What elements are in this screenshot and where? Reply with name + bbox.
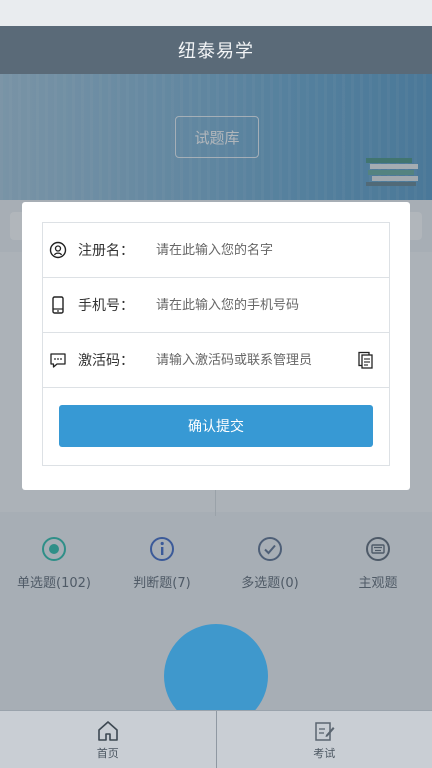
check-circle-icon xyxy=(258,537,282,561)
field-row-activation: 激活码： xyxy=(43,333,389,388)
submit-button[interactable]: 确认提交 xyxy=(59,405,373,447)
category-multiple-choice[interactable]: 多选题(0) xyxy=(216,536,324,606)
field-label: 注册名： xyxy=(78,243,134,259)
category-label: 主观题 xyxy=(358,576,398,591)
home-icon xyxy=(97,720,118,741)
tab-label: 考试 xyxy=(313,746,336,760)
category-subjective[interactable]: 主观题 xyxy=(324,536,432,606)
tab-exam[interactable]: 考试 xyxy=(215,711,432,768)
phone-input[interactable] xyxy=(156,297,346,313)
edit-icon xyxy=(315,721,335,741)
activation-code-input[interactable] xyxy=(156,352,346,368)
radio-icon xyxy=(42,537,66,561)
category-label: 多选题(0) xyxy=(241,576,299,591)
phone-icon xyxy=(52,296,64,314)
name-input[interactable] xyxy=(156,242,346,258)
registration-dialog: 注册名： 手机号： 激活码： xyxy=(22,202,410,490)
field-row-phone: 手机号： xyxy=(43,278,389,333)
category-label: 单选题(102) xyxy=(17,576,91,591)
app-title-bar: 纽泰易学 xyxy=(0,26,432,74)
paste-icon[interactable] xyxy=(356,351,374,369)
category-label: 判断题(7) xyxy=(133,576,191,591)
field-label: 激活码： xyxy=(78,353,134,369)
info-icon xyxy=(150,537,174,561)
keyboard-icon xyxy=(366,537,390,561)
user-icon xyxy=(49,241,67,259)
message-icon xyxy=(50,353,66,368)
question-categories: 单选题(102) 判断题(7) 多选题(0) 主观题 xyxy=(0,536,432,606)
status-bar xyxy=(0,0,432,26)
tab-label: 首页 xyxy=(96,746,119,760)
tab-home[interactable]: 首页 xyxy=(0,711,216,768)
category-single-choice[interactable]: 单选题(102) xyxy=(0,536,108,606)
field-label: 手机号： xyxy=(78,298,134,314)
app-title: 纽泰易学 xyxy=(178,41,254,62)
field-row-name: 注册名： xyxy=(43,223,389,278)
registration-form: 注册名： 手机号： 激活码： xyxy=(42,222,390,466)
category-true-false[interactable]: 判断题(7) xyxy=(108,536,216,606)
bottom-tab-bar: 首页 考试 xyxy=(0,710,432,768)
